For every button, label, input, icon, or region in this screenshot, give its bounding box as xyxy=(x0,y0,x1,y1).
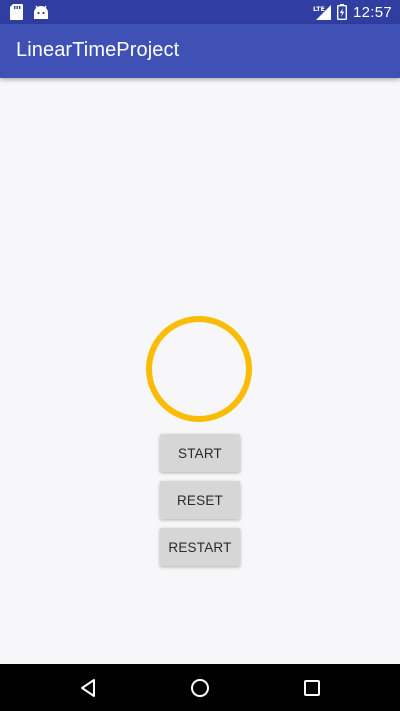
recents-icon[interactable] xyxy=(300,676,324,700)
network-type-label: LTE xyxy=(313,5,325,13)
back-icon[interactable] xyxy=(76,676,100,700)
restart-button[interactable]: RESTART xyxy=(160,528,240,566)
main-content: START RESET RESTART xyxy=(0,78,400,664)
app-bar: LinearTimeProject xyxy=(0,24,400,78)
app-title: LinearTimeProject xyxy=(16,39,180,61)
home-icon[interactable] xyxy=(188,676,212,700)
system-icons: LTE 12:57 xyxy=(313,0,392,24)
status-bar: LTE 12:57 xyxy=(0,0,400,24)
timer-ring xyxy=(146,316,252,422)
battery-charging-icon xyxy=(336,4,347,20)
status-time: 12:57 xyxy=(352,3,392,21)
lte-signal-icon: LTE xyxy=(313,4,331,20)
android-debug-icon xyxy=(33,5,49,20)
notification-icons xyxy=(10,4,49,20)
sd-card-icon xyxy=(10,4,23,20)
timer-ring-progress xyxy=(146,316,252,422)
navigation-bar xyxy=(0,664,400,711)
start-button[interactable]: START xyxy=(160,434,240,472)
reset-button[interactable]: RESET xyxy=(160,481,240,519)
